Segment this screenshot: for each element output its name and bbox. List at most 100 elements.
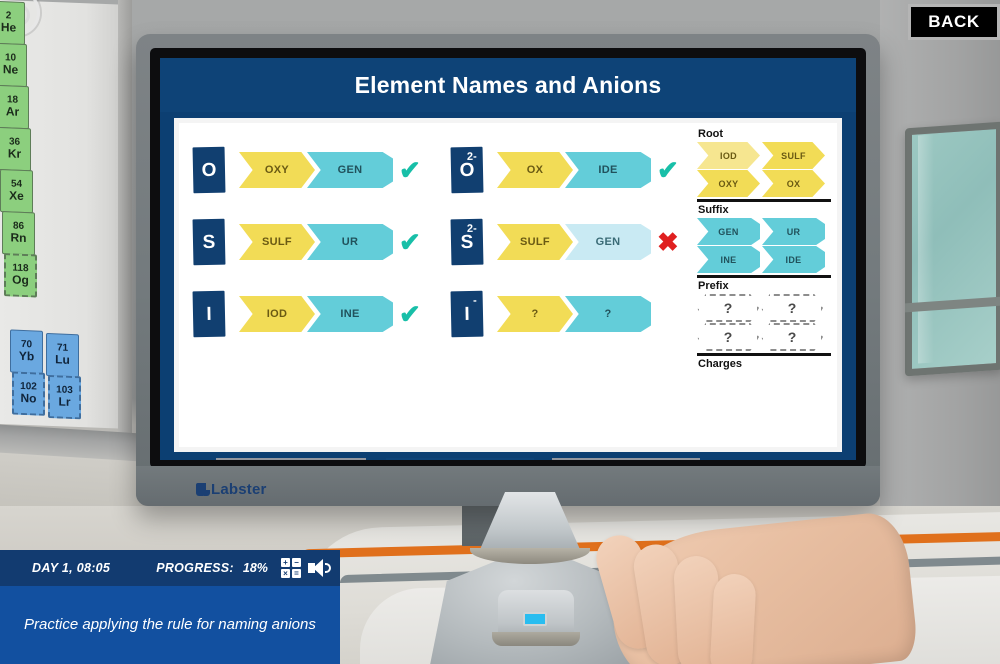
periodic-table-cell: 10 Ne <box>0 42 27 88</box>
element-charge: - <box>472 294 477 307</box>
calculator-key: × <box>280 569 290 578</box>
suffix-chevron-slot[interactable]: GEN <box>565 224 651 260</box>
suffix-chevron-slot[interactable]: UR <box>307 224 393 260</box>
anion-row: O 2- OX IDE ✔ <box>450 145 679 195</box>
element-symbol-box: I- <box>450 290 484 338</box>
panel-header-root: Root <box>698 128 724 140</box>
element-symbol: Xe <box>9 188 24 204</box>
microscope-indicator-light <box>523 612 547 626</box>
panel-tiles-prefix: ???? <box>697 294 831 351</box>
calculator-key: = <box>291 569 301 578</box>
element-symbol: Rn <box>10 230 27 246</box>
anion-row: O OXY GEN ✔ <box>192 145 421 195</box>
element-symbol-box: O 2- <box>450 146 484 194</box>
cabinet-highlight <box>918 134 934 364</box>
element-symbol: O <box>201 159 217 181</box>
avatar-finger <box>709 572 757 664</box>
root-chevron-slot[interactable]: ? <box>497 296 573 332</box>
element-symbol-box: I <box>192 290 226 338</box>
screen-content-inner: O OXY GEN ✔ S SULF UR ✔ I IOD INE ✔ O 2- OX IDE ✔ S 2- SUL… <box>179 123 837 447</box>
periodic-table-cell: 103 Lr <box>48 375 81 420</box>
periodic-table-cell: 36 Kr <box>0 126 31 172</box>
periodic-table-cell: 102 No <box>12 371 45 416</box>
speaker-cone <box>312 559 323 577</box>
room-wall-left-edge <box>118 0 132 437</box>
suffix-chevron-slot[interactable]: ? <box>565 296 651 332</box>
periodic-table-cell: 118 Og <box>4 253 37 298</box>
prefix-tile[interactable]: ? <box>761 294 823 322</box>
anion-row: S SULF UR ✔ <box>192 217 421 267</box>
labster-logo: Labster <box>196 481 267 498</box>
periodic-table-cell: 71 Lu <box>46 332 79 378</box>
building-blocks-panel: Root IOD SULF OXY OX Suffix GEN UR INE IDE Pre… <box>689 123 837 447</box>
back-button[interactable]: BACK <box>908 4 1000 40</box>
suffix-tile[interactable]: GEN <box>697 218 760 245</box>
element-symbol: S <box>202 231 216 253</box>
root-tile[interactable]: OXY <box>697 170 760 197</box>
prefix-tile-label: ? <box>723 329 733 345</box>
periodic-table-button[interactable]: PERIODIC TABLE <box>386 458 534 460</box>
element-symbol: He <box>0 20 17 36</box>
periodic-table-cell: 86 Rn <box>2 211 35 256</box>
suffix-chevron-slot[interactable]: GEN <box>307 152 393 188</box>
suffix-tile[interactable]: UR <box>762 218 825 245</box>
calculator-key: + <box>280 558 290 567</box>
prefix-tile-label: ? <box>787 329 797 345</box>
speaker-wave <box>324 563 331 573</box>
microscope-knob-ring[interactable] <box>492 632 580 646</box>
element-symbol-box: S 2- <box>450 218 484 266</box>
anion-row: S 2- SULF GEN ✖ <box>450 217 679 267</box>
root-chevron-slot[interactable]: SULF <box>239 224 315 260</box>
element-symbol: Ar <box>5 104 20 120</box>
day-time-label: DAY 1, 08:05 <box>32 561 111 575</box>
prefix-tile[interactable]: ? <box>761 323 823 351</box>
labster-mark-icon <box>196 483 210 496</box>
prefix-tile[interactable]: ? <box>697 323 759 351</box>
correct-check-icon: ✔ <box>657 155 679 185</box>
panel-divider-1 <box>697 199 831 202</box>
screen-content-area: O OXY GEN ✔ S SULF UR ✔ I IOD INE ✔ O 2- OX IDE ✔ S 2- SUL… <box>174 118 842 452</box>
anion-row: I IOD INE ✔ <box>192 289 421 339</box>
root-chevron-slot[interactable]: OX <box>497 152 573 188</box>
progress-label: PROGRESS: <box>156 561 234 575</box>
prefix-tile-label: ? <box>723 300 733 316</box>
root-chevron-slot[interactable]: IOD <box>239 296 315 332</box>
hud-hint-panel: Practice applying the rule for naming an… <box>0 586 340 664</box>
suffix-tile[interactable]: INE <box>697 246 760 273</box>
root-chevron-slot[interactable]: OXY <box>239 152 315 188</box>
panel-header-charges: Charges <box>698 358 743 370</box>
calculator-icon[interactable]: + − × = <box>280 558 301 578</box>
progress-value: 18% <box>242 561 268 575</box>
root-chevron-slot[interactable]: SULF <box>497 224 573 260</box>
element-symbol: Lu <box>55 352 70 368</box>
element-symbol: Ne <box>2 62 19 78</box>
panel-header-prefix: Prefix <box>698 280 729 292</box>
root-tile[interactable]: SULF <box>762 142 825 169</box>
glossary-button[interactable]: GLOSSARY <box>216 458 366 460</box>
calculator-key: − <box>291 558 301 567</box>
continue-button[interactable]: CONTINUE <box>552 458 700 460</box>
prefix-tile[interactable]: ? <box>697 294 759 322</box>
periodic-table-cell: 70 Yb <box>10 329 43 374</box>
element-symbol: S <box>460 231 474 253</box>
element-symbol: Kr <box>7 146 22 162</box>
labster-wordmark: Labster <box>211 481 267 498</box>
suffix-chevron-slot[interactable]: IDE <box>565 152 651 188</box>
speaker-icon[interactable] <box>307 559 331 577</box>
correct-check-icon: ✔ <box>399 227 421 257</box>
periodic-table-poster: 2He10Ne18Ar36Kr54Xe86Rn118Og35Br53I85At1… <box>0 0 100 420</box>
root-tile[interactable]: IOD <box>697 142 760 169</box>
panel-header-suffix: Suffix <box>698 204 729 216</box>
element-symbol-box: S <box>192 218 226 266</box>
panel-tiles-suffix: GEN UR INE IDE <box>697 218 831 273</box>
element-symbol: O <box>459 159 475 181</box>
screen-title-bar: Element Names and Anions <box>160 58 856 112</box>
suffix-tile[interactable]: IDE <box>762 246 825 273</box>
root-tile[interactable]: OX <box>762 170 825 197</box>
suffix-chevron-slot[interactable]: INE <box>307 296 393 332</box>
hud-status-bar: DAY 1, 08:05 PROGRESS: 18% + − × = <box>0 550 340 586</box>
element-charge: 2- <box>466 222 477 235</box>
incorrect-cross-icon: ✖ <box>657 227 679 257</box>
element-charge: 2- <box>466 150 477 163</box>
element-symbol: Lr <box>58 394 71 410</box>
